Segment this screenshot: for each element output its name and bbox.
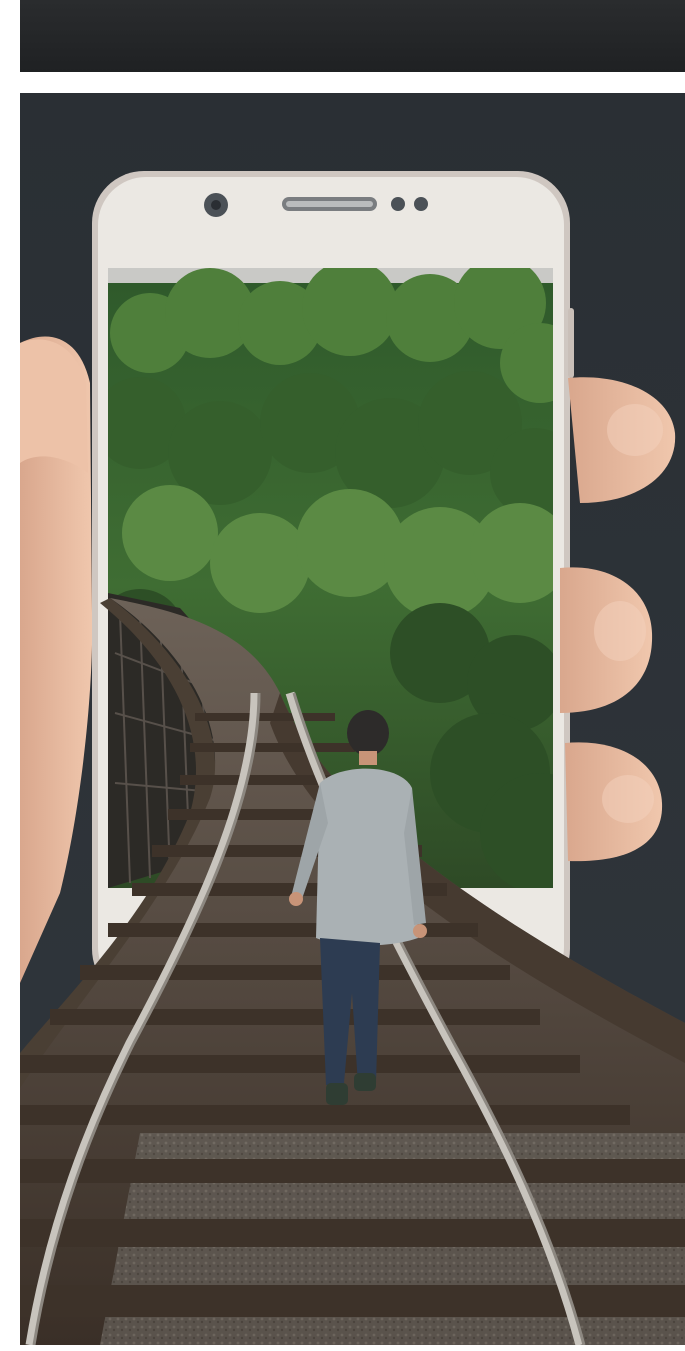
photo-illustration	[20, 93, 685, 1345]
top-bar	[20, 0, 685, 72]
page	[0, 0, 685, 1351]
photo	[20, 93, 685, 1345]
